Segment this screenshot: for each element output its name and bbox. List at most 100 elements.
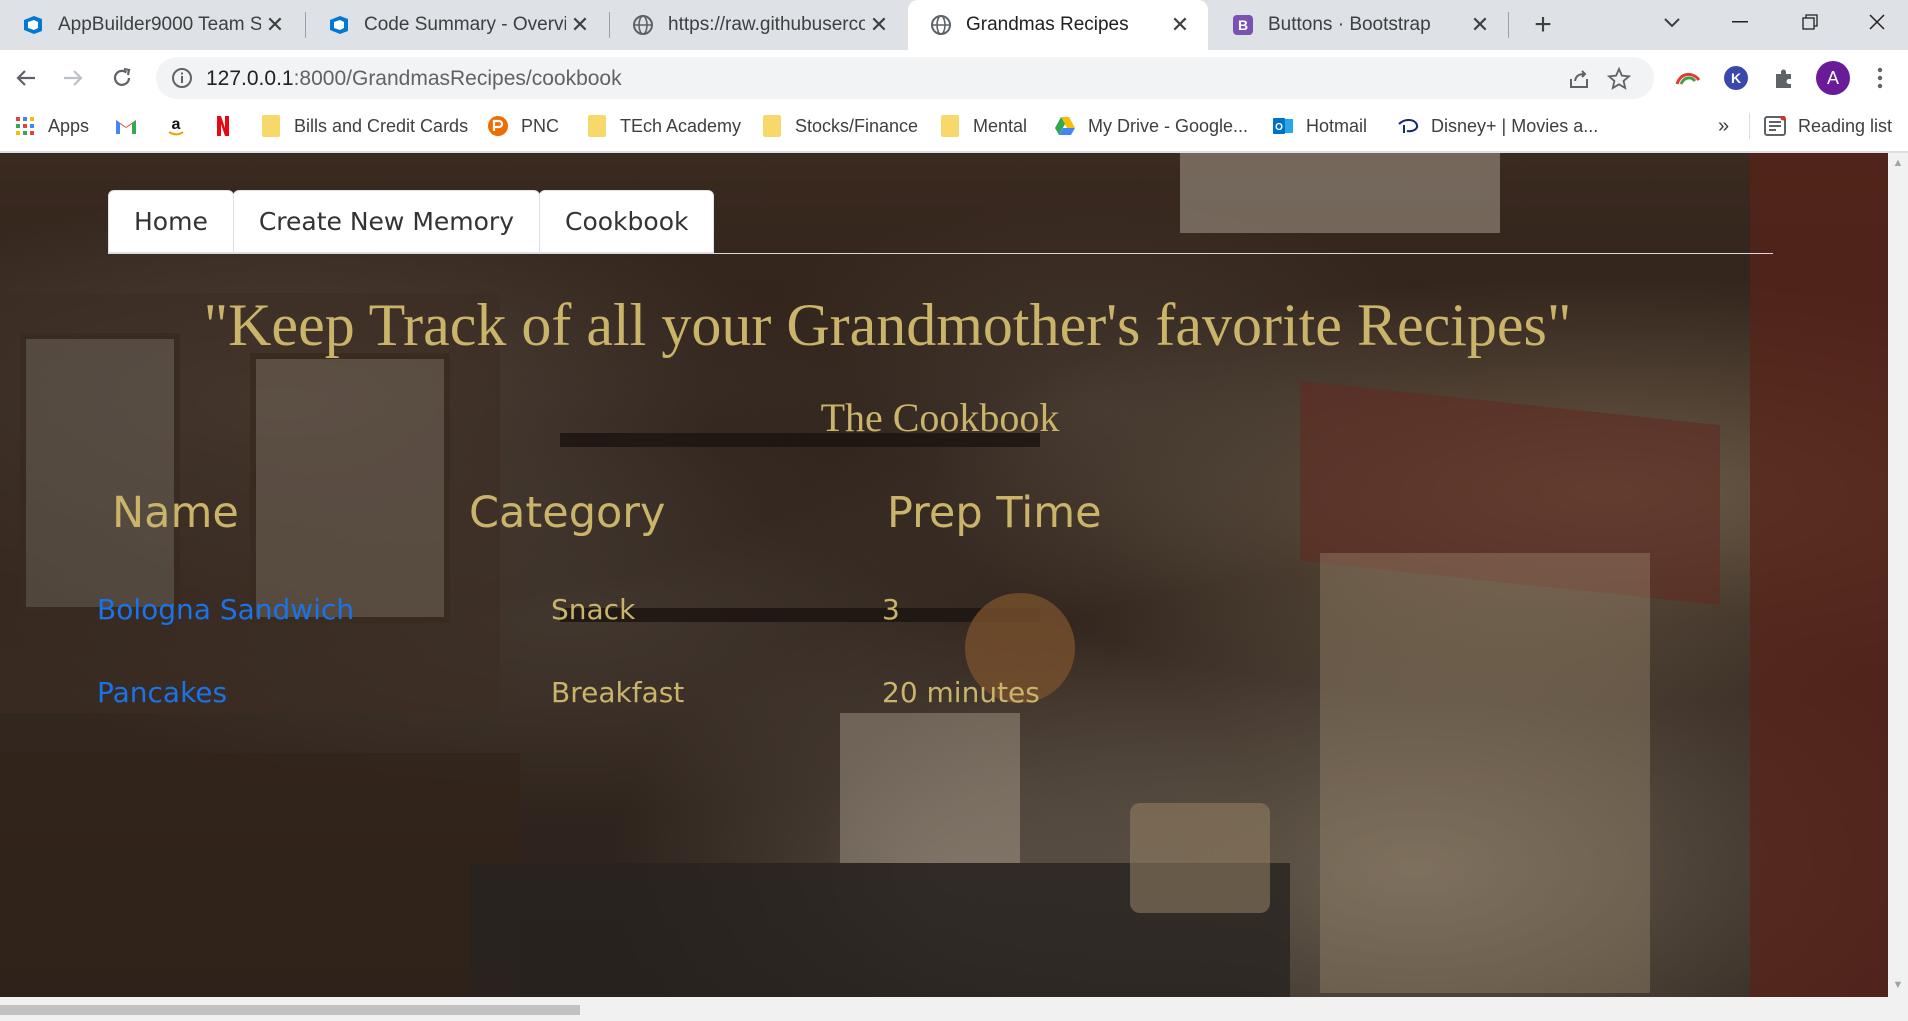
background-pot (1130, 803, 1270, 913)
netflix-icon (212, 115, 234, 137)
tab-title: AppBuilder9000 Team Sto (58, 14, 261, 35)
tab-bootstrap-buttons[interactable]: B Buttons · Bootstrap ✕ (1210, 0, 1508, 50)
url-host: 127.0.0.1 (206, 67, 294, 90)
reload-icon[interactable] (104, 60, 140, 96)
azure-devops-icon (22, 14, 44, 36)
bookmark-label: Stocks/Finance (795, 115, 919, 136)
tab-title: Buttons · Bootstrap (1268, 14, 1431, 35)
bookmark-amazon[interactable]: a (165, 106, 199, 146)
extension-rainbow-icon[interactable] (1670, 60, 1706, 96)
close-icon[interactable]: ✕ (1466, 11, 1494, 39)
bookmarks-overflow[interactable]: » (1718, 106, 1729, 146)
back-icon[interactable] (8, 60, 44, 96)
bookmark-label: My Drive - Google... (1088, 115, 1249, 136)
new-tab-button[interactable]: + (1526, 8, 1560, 42)
bookmark-disney-plus[interactable]: Disney+ | Movies a... (1397, 106, 1598, 146)
tab-appbuilder[interactable]: AppBuilder9000 Team Sto ✕ (0, 0, 303, 50)
nav-create-new-memory[interactable]: Create New Memory (232, 190, 540, 253)
scroll-up-arrow-icon[interactable]: ▲ (1892, 157, 1904, 169)
folder-icon (939, 115, 961, 137)
recipe-link[interactable]: Bologna Sandwich (97, 593, 354, 626)
globe-icon (632, 14, 654, 36)
info-icon[interactable] (170, 66, 194, 90)
restore-icon[interactable] (1775, 0, 1845, 44)
tab-title: Grandmas Recipes (966, 14, 1129, 35)
nav-home[interactable]: Home (108, 190, 234, 253)
page-headline: "Keep Track of all your Grandmother's fa… (203, 292, 1572, 358)
bookmark-mental[interactable]: Mental (939, 106, 1027, 146)
horizontal-scrollbar[interactable] (0, 997, 1908, 1021)
bookmark-my-drive[interactable]: My Drive - Google... (1054, 106, 1248, 146)
main-nav: Home Create New Memory Cookbook (108, 190, 715, 254)
azure-devops-icon (328, 14, 350, 36)
google-drive-icon (1054, 115, 1076, 137)
close-icon[interactable]: ✕ (261, 11, 289, 39)
menu-kebab-icon[interactable] (1862, 60, 1898, 96)
bookmark-star-icon[interactable] (1606, 66, 1632, 92)
minimize-icon[interactable] (1705, 0, 1775, 44)
folder-icon (586, 115, 608, 137)
column-header-category: Category (469, 488, 666, 538)
bookmark-gmail[interactable] (115, 106, 149, 146)
folder-icon (761, 115, 783, 137)
bookmark-label: Mental (973, 115, 1028, 136)
extensions-puzzle-icon[interactable] (1766, 60, 1802, 96)
bookmark-label: PNC (521, 115, 560, 136)
bookmark-hotmail[interactable]: O Hotmail (1272, 106, 1367, 146)
bookmark-tech-academy[interactable]: TEch Academy (586, 106, 741, 146)
background-drawers (0, 753, 520, 997)
recipe-category: Snack (551, 593, 636, 626)
column-header-name: Name (112, 488, 239, 538)
horizontal-scroll-thumb[interactable] (0, 1005, 580, 1015)
recipe-prep-time: 20 minutes (882, 676, 1040, 709)
bookmark-bills-and-credit-cards[interactable]: Bills and Credit Cards (260, 106, 468, 146)
close-icon[interactable]: ✕ (566, 11, 594, 39)
bookmark-label: Apps (48, 115, 90, 136)
apps-grid-icon (14, 115, 36, 137)
page-content: Home Create New Memory Cookbook "Keep Tr… (0, 153, 1888, 997)
tab-separator (1508, 12, 1509, 38)
background-peeling-ceiling (1180, 153, 1500, 233)
folder-icon (260, 115, 282, 137)
nav-cookbook[interactable]: Cookbook (539, 190, 715, 253)
scroll-down-arrow-icon[interactable]: ▼ (1892, 979, 1904, 991)
vertical-scrollbar[interactable]: ▲ ▼ (1888, 153, 1908, 997)
nav-divider (108, 253, 1773, 254)
url-text: 127.0.0.1:8000/GrandmasRecipes/cookbook (206, 67, 622, 91)
gmail-icon (115, 115, 137, 137)
tab-code-summary[interactable]: Code Summary - Overview ✕ (306, 0, 608, 50)
forward-icon[interactable] (55, 60, 91, 96)
profile-avatar[interactable]: A (1816, 61, 1850, 95)
share-icon[interactable] (1566, 66, 1592, 92)
close-icon[interactable]: ✕ (865, 11, 893, 39)
tab-search-chevron-icon[interactable] (1657, 8, 1687, 38)
extension-k-icon[interactable]: K (1718, 60, 1754, 96)
page-subheading: The Cookbook (820, 395, 1060, 440)
recipe-prep-time: 3 (882, 593, 900, 626)
bookmarks-divider (1749, 113, 1750, 139)
outlook-icon: O (1272, 115, 1294, 137)
bookmark-netflix[interactable] (212, 106, 246, 146)
disney-icon (1397, 115, 1419, 137)
bookmark-apps[interactable]: Apps (14, 106, 89, 146)
close-icon[interactable]: ✕ (1166, 11, 1194, 39)
pnc-icon (487, 115, 509, 137)
bookmark-label: Disney+ | Movies a... (1431, 115, 1599, 136)
reading-list-icon (1764, 115, 1786, 137)
bookmarks-bar: Apps a Bills and Credit Cards PNC TEch A… (0, 106, 1908, 152)
recipe-category: Breakfast (551, 676, 685, 709)
bookmark-label: Hotmail (1306, 115, 1368, 136)
bookmark-stocks-finance[interactable]: Stocks/Finance (761, 106, 918, 146)
bookmark-pnc[interactable]: PNC (487, 106, 559, 146)
reading-list-button[interactable]: Reading list (1764, 106, 1892, 146)
background-door (1750, 153, 1888, 997)
tab-title: https://raw.githubuserco (668, 14, 865, 35)
address-bar[interactable]: 127.0.0.1:8000/GrandmasRecipes/cookbook (156, 57, 1654, 99)
url-path: :8000/GrandmasRecipes/cookbook (293, 67, 622, 90)
tab-github-raw[interactable]: https://raw.githubuserco ✕ (610, 0, 907, 50)
amazon-icon: a (165, 115, 187, 137)
tab-grandmas-recipes[interactable]: Grandmas Recipes ✕ (908, 0, 1208, 50)
background-cabinet-glass-left (20, 333, 180, 613)
recipe-link[interactable]: Pancakes (97, 676, 227, 709)
window-close-icon[interactable] (1845, 0, 1908, 44)
